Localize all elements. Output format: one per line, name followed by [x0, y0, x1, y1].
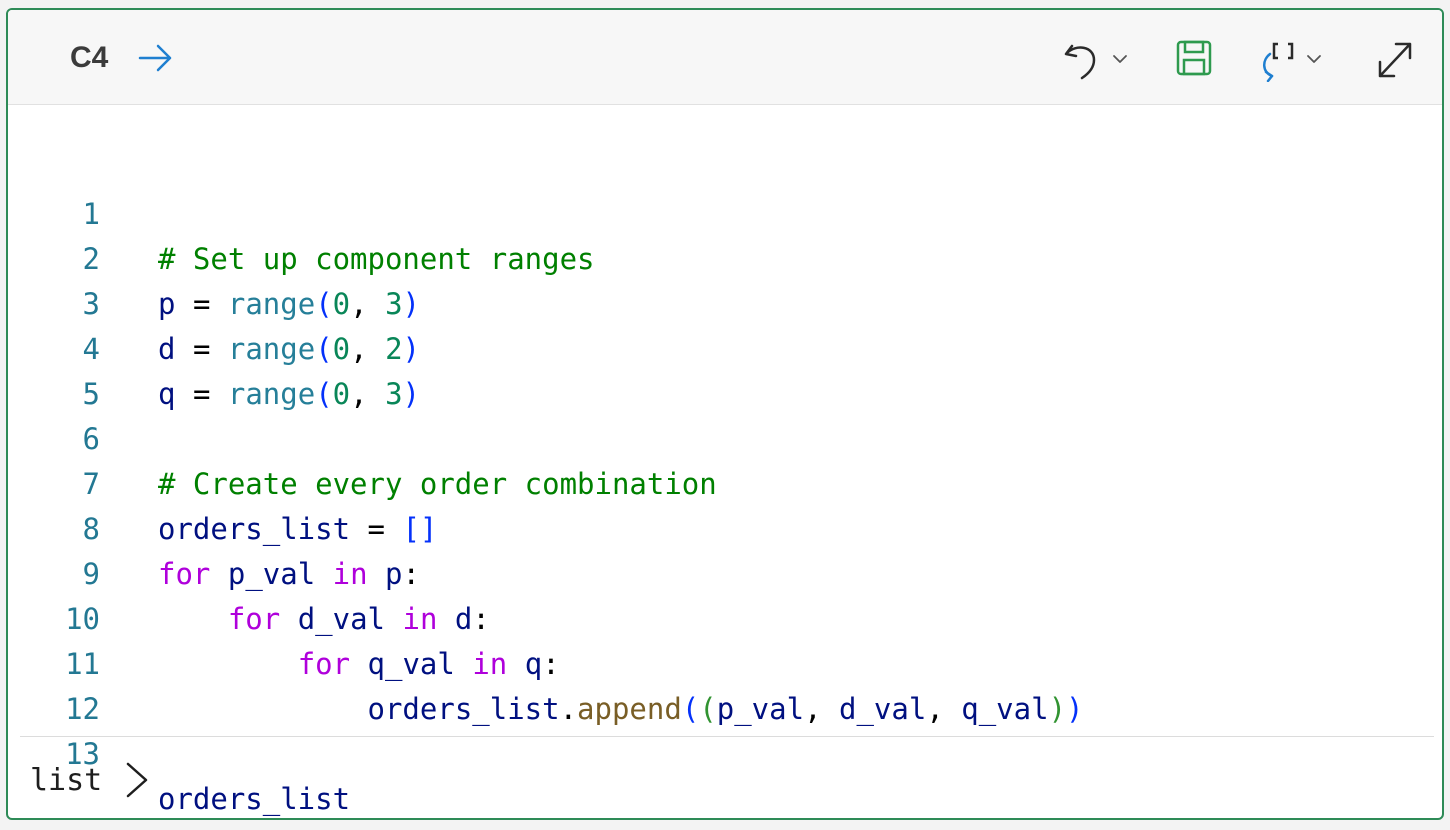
code-line: 1 # Set up component ranges — [8, 147, 595, 276]
code-text: q = range(0, 3) — [158, 377, 420, 411]
code-line: 12 — [8, 642, 113, 726]
code-line: 13 orders_list — [8, 687, 350, 816]
code-line: 11 orders_list.append((p_val, d_val, q_v… — [8, 597, 1083, 726]
undo-button[interactable] — [1058, 34, 1132, 82]
code-line: 8 for p_val in p: — [8, 462, 420, 591]
code-text: # Set up component ranges — [158, 242, 595, 276]
chevron-right-icon — [127, 762, 148, 798]
undo-icon — [1064, 44, 1127, 80]
code-text: for q_val in q: — [297, 647, 560, 681]
save-button[interactable] — [1172, 34, 1216, 82]
output-toggle[interactable]: list — [30, 758, 150, 802]
code-line: 9 for d_val in d: — [8, 507, 490, 636]
code-line: 10 for q_val in q: — [8, 552, 560, 681]
code-text: orders_list = [] — [158, 512, 438, 546]
cell-header: C4 — [8, 10, 1442, 105]
python-cell[interactable]: C4 1 # Set up component ranges 2 p = ran… — [6, 8, 1444, 820]
cell-reference[interactable]: C4 — [70, 40, 108, 76]
code-text: orders_list.append((p_val, d_val, q_val)… — [367, 692, 1084, 726]
expand-button[interactable] — [1372, 34, 1418, 82]
code-line: 6 # Create every order combination — [8, 372, 717, 501]
code-text: # Create every order combination — [158, 467, 717, 501]
code-editor[interactable]: 1 # Set up component ranges 2 p = range(… — [8, 105, 1442, 816]
code-line: 4 q = range(0, 3) — [8, 282, 420, 411]
code-line: 3 d = range(0, 2) — [8, 237, 420, 366]
code-line: 2 p = range(0, 3) — [8, 192, 420, 321]
return-type-button[interactable] — [1252, 34, 1332, 82]
arrow-right-icon — [138, 44, 172, 72]
output-divider — [20, 736, 1434, 737]
save-icon — [1176, 40, 1212, 76]
return-list-icon — [1263, 42, 1321, 82]
expand-icon — [1378, 42, 1412, 78]
output-type-label: list — [30, 762, 103, 798]
code-text: for d_val in d: — [227, 602, 490, 636]
code-text: d = range(0, 2) — [158, 332, 420, 366]
code-line: 5 — [8, 327, 113, 411]
code-text: orders_list — [158, 782, 351, 816]
code-text: for p_val in p: — [158, 557, 420, 591]
code-text: p = range(0, 3) — [158, 287, 420, 321]
code-line: 7 orders_list = [] — [8, 417, 438, 546]
